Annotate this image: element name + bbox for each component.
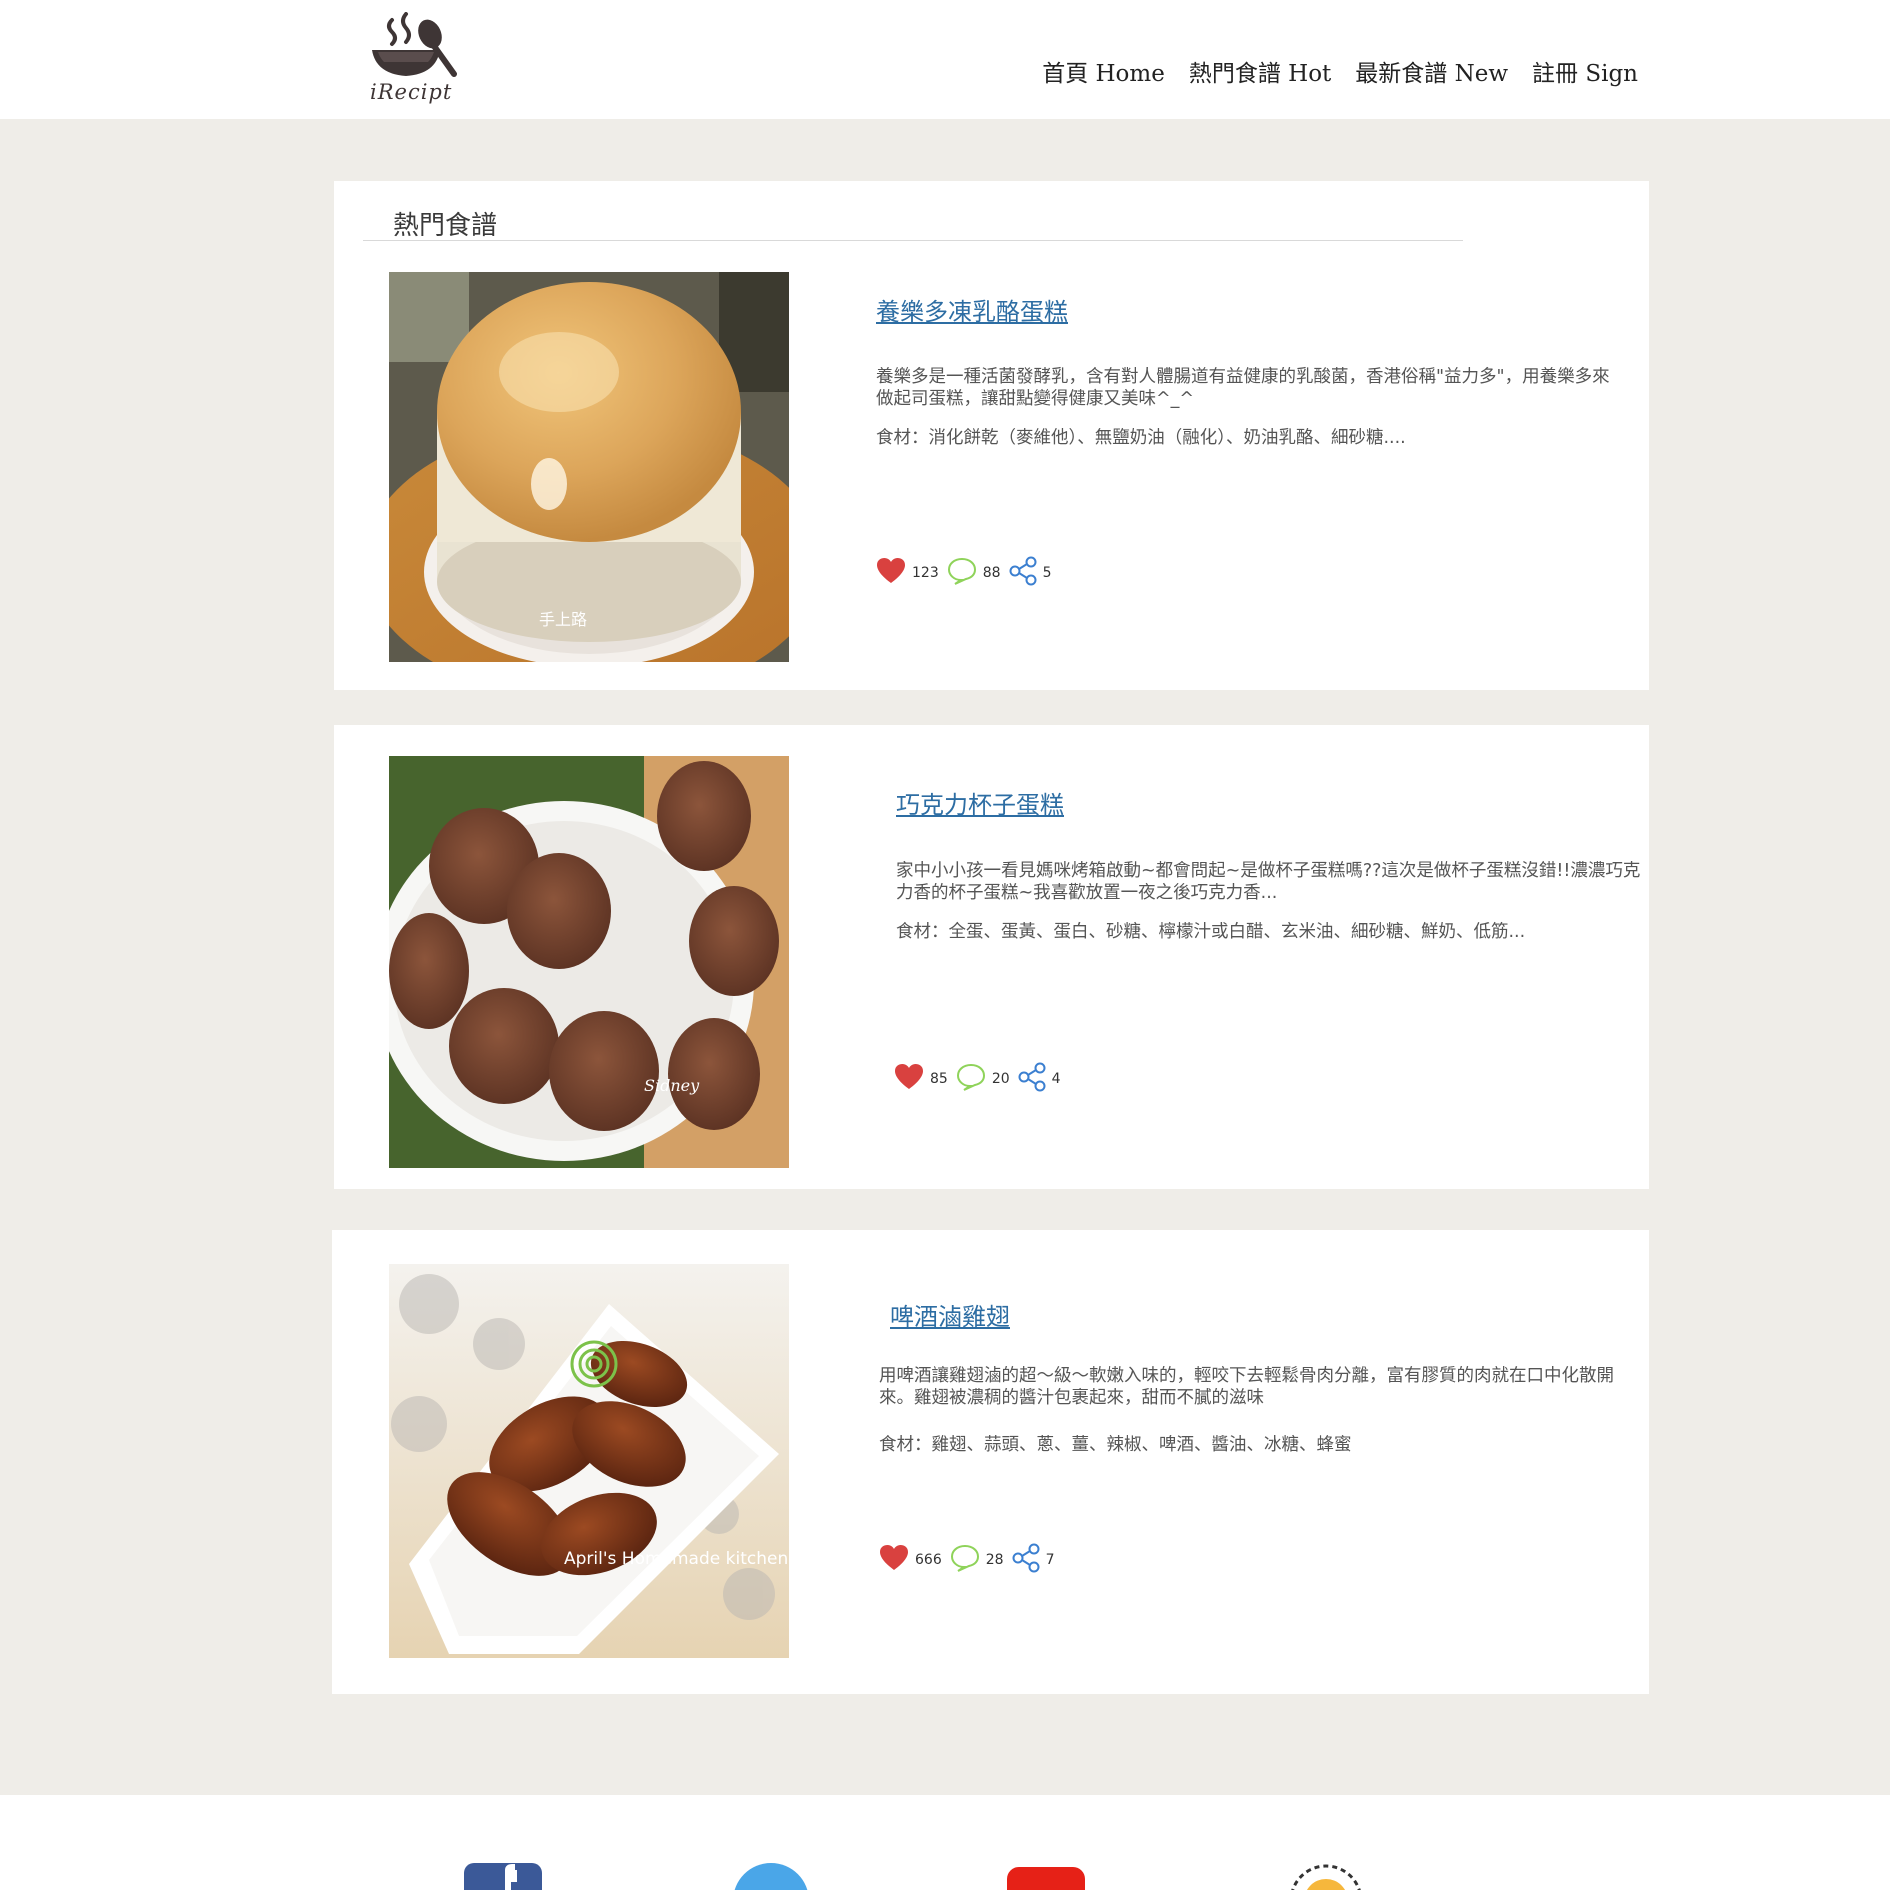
comments-count: 20 xyxy=(991,1071,1010,1087)
section-title: 熱門食譜 xyxy=(393,211,498,241)
shares-count: 5 xyxy=(1042,565,1052,581)
section-divider xyxy=(363,240,1463,241)
main-nav: 首頁 Home 熱門食譜 Hot 最新食譜 New 註冊 Sign xyxy=(1042,54,1638,88)
recipe-card: April's Homemade kitchen 啤酒滷雞翅 用啤酒讓雞翅滷的超… xyxy=(332,1230,1649,1694)
comments-count: 28 xyxy=(985,1552,1004,1568)
photo-watermark: 手上路 xyxy=(539,610,587,629)
recipe-description: 用啤酒讓雞翅滷的超～級～軟嫩入味的，輕咬下去輕鬆骨肉分離，富有膠質的肉就在口中化… xyxy=(879,1366,1614,1408)
recipe-photo-cupcake[interactable]: Sidney xyxy=(389,756,789,1168)
recipe-stats: 123 88 5 xyxy=(876,556,1059,590)
photo-watermark: April's Homemade kitchen xyxy=(564,1549,788,1569)
likes-count: 123 xyxy=(912,565,939,581)
logo-text: iRecipt xyxy=(370,80,453,104)
heart-icon[interactable] xyxy=(879,1544,909,1576)
heart-icon[interactable] xyxy=(876,557,906,589)
site-logo[interactable]: iRecipt xyxy=(368,12,460,106)
recipe-title-link[interactable]: 養樂多凍乳酪蛋糕 xyxy=(876,292,1068,327)
recipe-card: 熱門食譜 手上路 養樂多凍乳酪蛋糕 養樂多是一種活菌發酵乳，含有對人體腸道有益健… xyxy=(334,181,1649,690)
recipe-description: 家中小小孩一看見媽咪烤箱啟動~都會問起~是做杯子蛋糕嗎??這次是做杯子蛋糕沒錯!… xyxy=(896,861,1641,903)
shares-count: 7 xyxy=(1045,1552,1055,1568)
recipe-description: 養樂多是一種活菌發酵乳，含有對人體腸道有益健康的乳酸菌，香港俗稱"益力多"，用養… xyxy=(876,367,1610,409)
share-icon[interactable] xyxy=(1009,556,1037,590)
recipe-ingredients: 食材：雞翅、蒜頭、蔥、薑、辣椒、啤酒、醬油、冰糖、蜂蜜 xyxy=(879,1435,1352,1455)
heart-icon[interactable] xyxy=(894,1063,924,1095)
comments-count: 88 xyxy=(982,565,1001,581)
likes-count: 666 xyxy=(915,1552,942,1568)
share-icon[interactable] xyxy=(1012,1543,1040,1577)
recipe-stats: 85 20 4 xyxy=(894,1062,1069,1096)
nav-sign[interactable]: 註冊 Sign xyxy=(1532,54,1638,88)
facebook-icon[interactable] xyxy=(464,1863,542,1890)
recipe-title-link[interactable]: 啤酒滷雞翅 xyxy=(890,1297,1010,1332)
shares-count: 4 xyxy=(1051,1071,1061,1087)
photo-watermark: Sidney xyxy=(644,1076,700,1095)
comment-icon[interactable] xyxy=(947,557,977,589)
recipe-title-link[interactable]: 巧克力杯子蛋糕 xyxy=(896,785,1064,820)
site-footer xyxy=(0,1795,1890,1890)
share-icon[interactable] xyxy=(1018,1062,1046,1096)
youtube-icon[interactable] xyxy=(1007,1863,1085,1890)
instagram-icon[interactable] xyxy=(1288,1863,1364,1890)
nav-new[interactable]: 最新食譜 New xyxy=(1355,54,1508,88)
nav-home[interactable]: 首頁 Home xyxy=(1042,54,1165,88)
recipe-ingredients: 食材：全蛋、蛋黃、蛋白、砂糖、檸檬汁或白醋、玄米油、細砂糖、鮮奶、低筋... xyxy=(896,922,1526,942)
comment-icon[interactable] xyxy=(956,1063,986,1095)
site-header: iRecipt 首頁 Home 熱門食譜 Hot 最新食譜 New 註冊 Sig… xyxy=(0,0,1890,119)
likes-count: 85 xyxy=(930,1071,948,1087)
recipe-ingredients: 食材：消化餅乾（麥維他）、無鹽奶油（融化）、奶油乳酪、細砂糖.... xyxy=(876,428,1406,448)
recipe-photo-cheesecake[interactable]: 手上路 xyxy=(389,272,789,662)
recipe-photo-chicken-wings[interactable]: April's Homemade kitchen xyxy=(389,1264,789,1658)
twitter-icon[interactable] xyxy=(733,1863,809,1890)
recipe-stats: 666 28 7 xyxy=(879,1543,1062,1577)
nav-hot[interactable]: 熱門食譜 Hot xyxy=(1189,54,1331,88)
logo-bowl-icon xyxy=(372,12,457,77)
recipe-card: Sidney 巧克力杯子蛋糕 家中小小孩一看見媽咪烤箱啟動~都會問起~是做杯子蛋… xyxy=(334,725,1649,1189)
comment-icon[interactable] xyxy=(950,1544,980,1576)
